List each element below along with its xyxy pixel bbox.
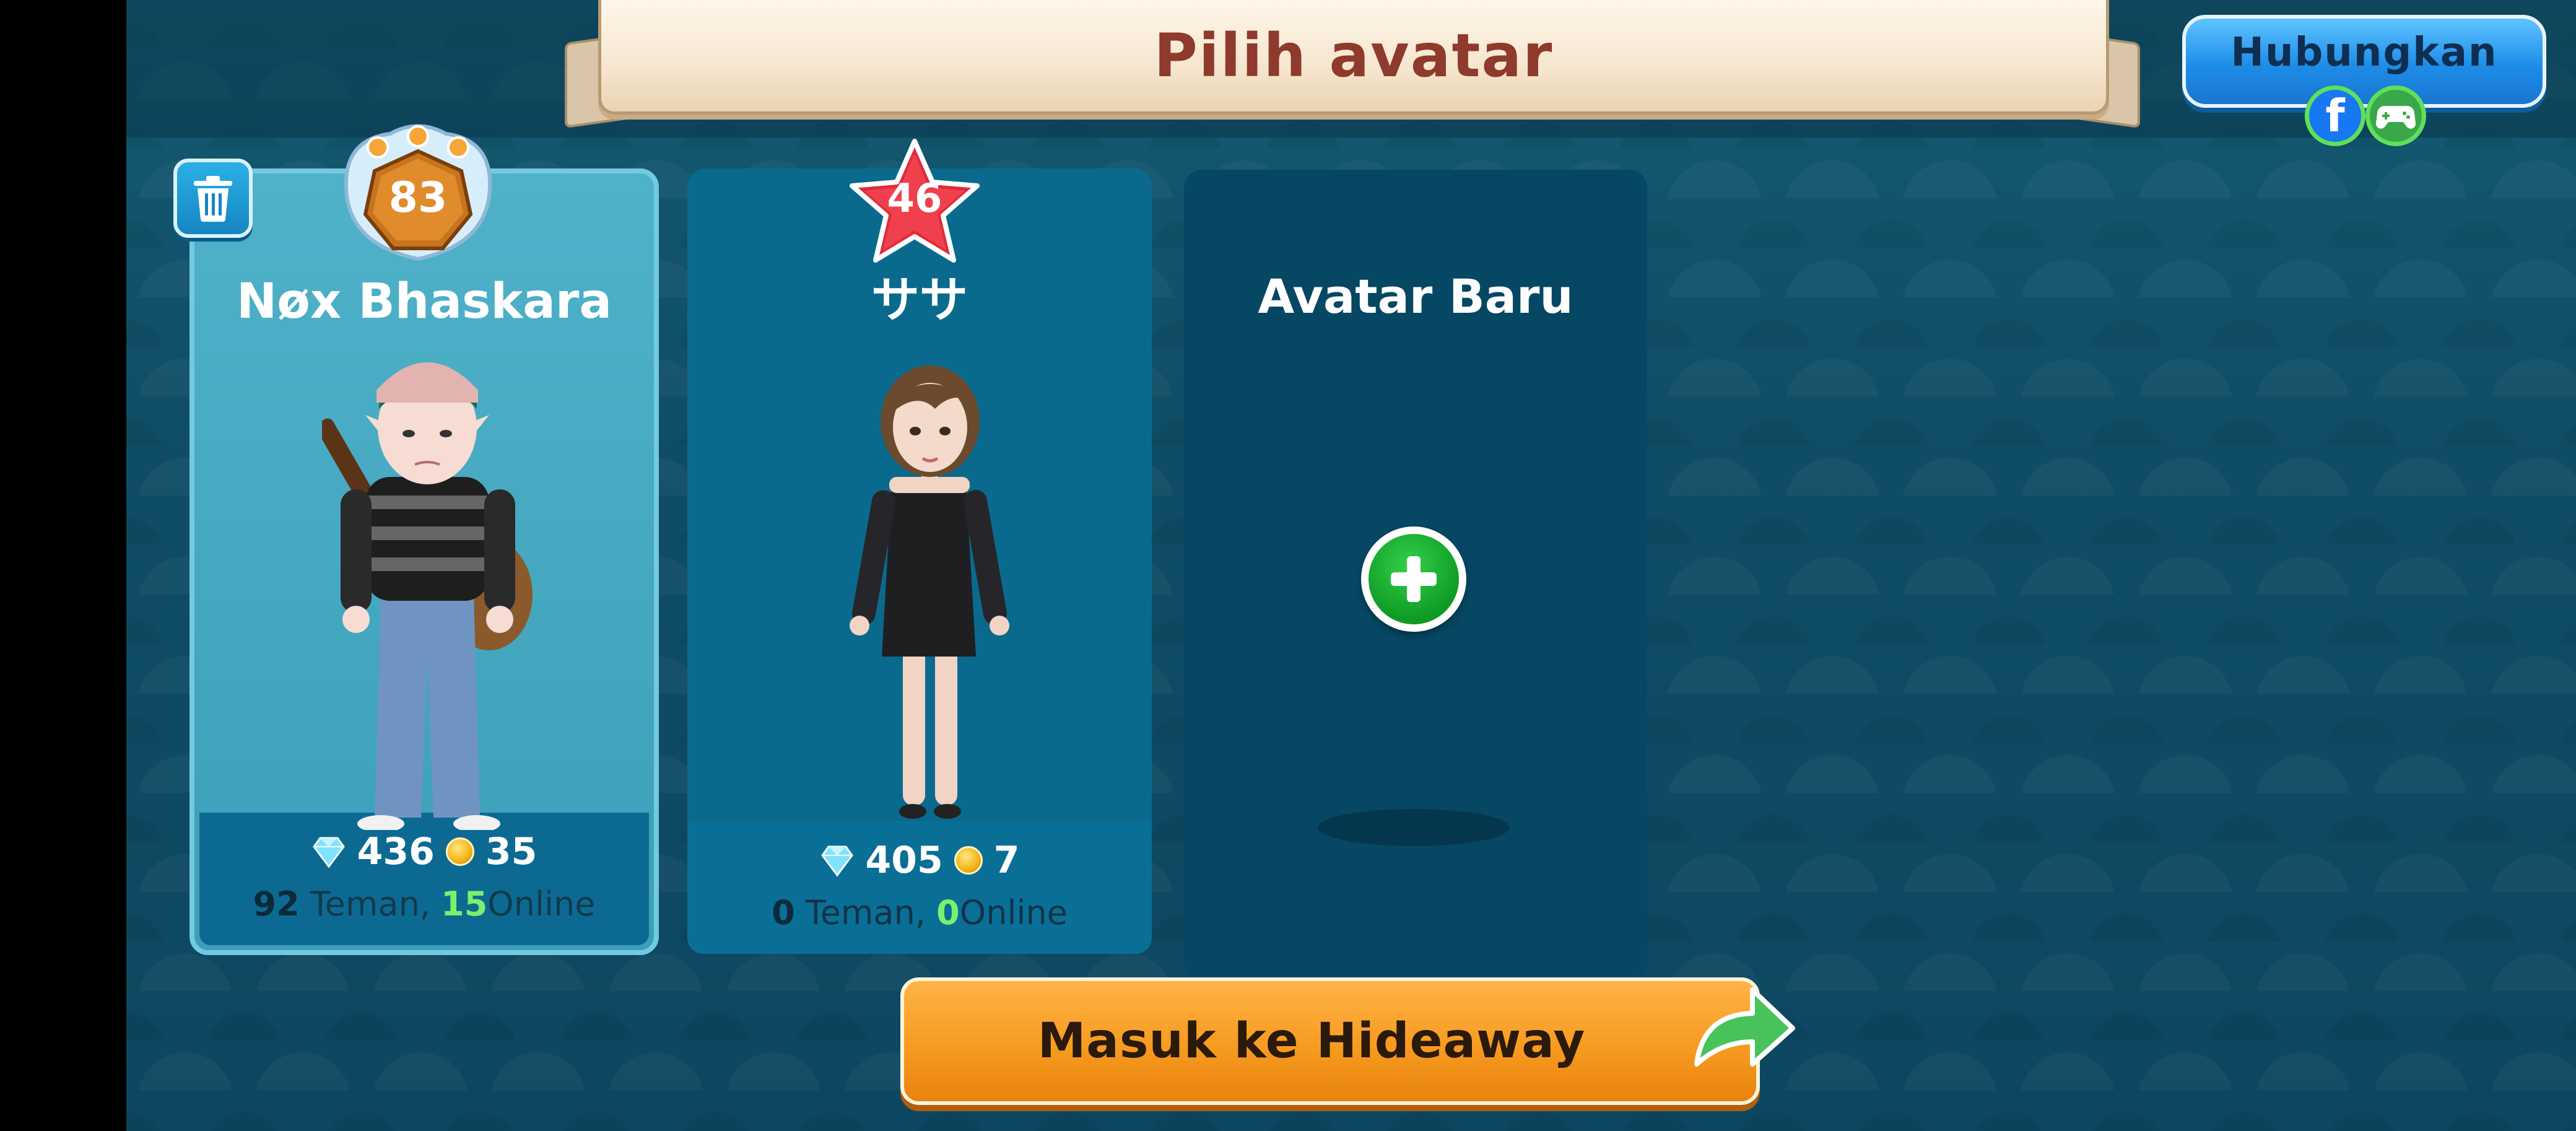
coin-icon: [445, 837, 474, 866]
coin-count: 7: [993, 839, 1020, 882]
new-avatar-label: Avatar Baru: [1258, 269, 1573, 324]
avatar-stats: 405 7: [687, 839, 1152, 882]
friends-summary: 0 Teman, 0Online: [687, 893, 1152, 932]
avatar-card-footer: 436 35 92 Teman, 15Online: [199, 813, 649, 945]
level-number: 46: [887, 176, 942, 222]
connect-button[interactable]: Hubungkan: [2182, 15, 2546, 108]
coin-icon: [954, 846, 983, 875]
avatar-name: Nøx Bhaskara: [237, 274, 612, 330]
plus-icon: [1368, 534, 1459, 624]
online-count: 0: [936, 893, 960, 932]
separator: ,: [915, 893, 926, 932]
coin-count: 35: [485, 830, 537, 873]
level-badge: 83: [334, 121, 502, 270]
left-black-bar: [0, 0, 126, 1131]
avatar-placeholder-shadow: [1318, 809, 1510, 846]
friends-label: Teman: [310, 884, 420, 924]
gem-count: 436: [357, 830, 435, 873]
add-avatar-button[interactable]: [1361, 526, 1466, 632]
enter-hideaway-button[interactable]: Masuk ke Hideaway: [900, 977, 1760, 1105]
facebook-icon[interactable]: f: [2305, 85, 2365, 146]
gem-count: 405: [865, 839, 943, 882]
separator: ,: [419, 884, 430, 924]
gem-icon: [312, 837, 345, 868]
game-controller-icon[interactable]: [2365, 85, 2426, 146]
page-title: Pilih avatar: [1154, 21, 1554, 90]
friends-summary: 92 Teman, 15Online: [199, 884, 649, 924]
online-label: Online: [959, 893, 1068, 932]
level-number: 83: [388, 173, 448, 222]
trash-icon: [194, 176, 232, 222]
title-ribbon: Pilih avatar: [598, 0, 2109, 115]
friends-count: 92: [253, 884, 300, 924]
online-label: Online: [487, 884, 596, 924]
friends-label: Teman: [805, 893, 915, 932]
delete-avatar-button[interactable]: [173, 159, 253, 238]
avatar-card-footer: 405 7 0 Teman, 0Online: [687, 821, 1152, 954]
gem-icon: [820, 845, 853, 877]
arrow-forward-icon: [1694, 987, 1795, 1067]
friends-count: 0: [772, 893, 795, 932]
online-count: 15: [441, 884, 488, 924]
connect-button-label: Hubungkan: [2230, 30, 2498, 76]
avatar-name: ササ: [871, 273, 968, 328]
level-badge: 46: [847, 138, 982, 268]
enter-button-label: Masuk ke Hideaway: [1037, 1013, 1586, 1069]
avatar-character-nox: [322, 362, 533, 830]
avatar-stats: 436 35: [199, 830, 649, 873]
avatar-character-sasa: [850, 365, 1009, 819]
